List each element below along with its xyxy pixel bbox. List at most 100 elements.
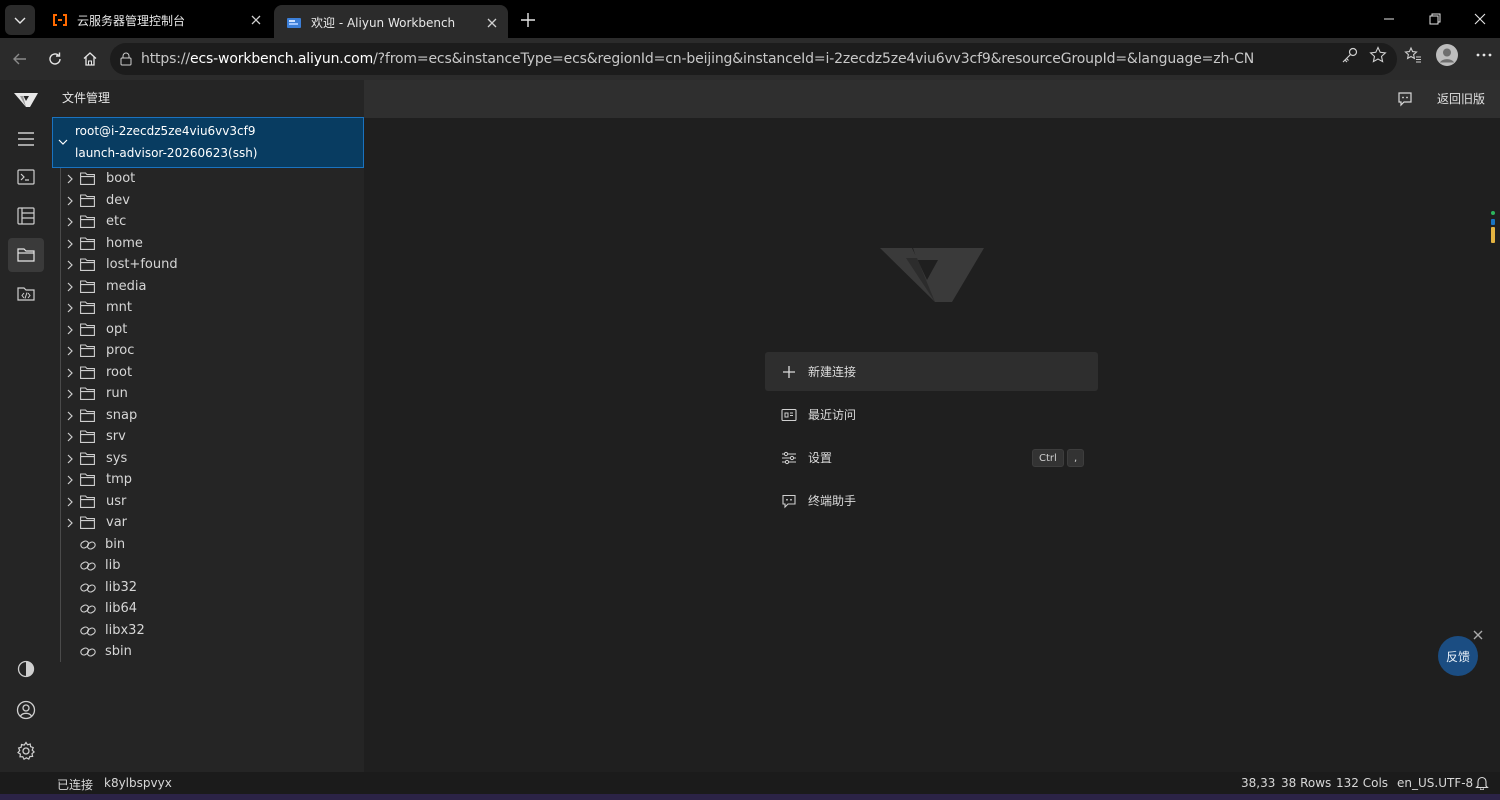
- folder-node[interactable]: sys: [66, 448, 356, 469]
- close-tab-icon[interactable]: [480, 11, 504, 35]
- chevron-right-icon[interactable]: [66, 512, 74, 533]
- favorite-star-icon[interactable]: [1368, 46, 1388, 64]
- chevron-right-icon[interactable]: [66, 362, 74, 383]
- symlink-node[interactable]: lib64: [66, 598, 356, 619]
- account-icon[interactable]: [8, 693, 44, 727]
- folder-node[interactable]: home: [66, 233, 356, 254]
- folder-node[interactable]: proc: [66, 340, 356, 361]
- chevron-right-icon[interactable]: [66, 233, 74, 254]
- theme-toggle-icon[interactable]: [8, 652, 44, 686]
- arrow-left-icon: [13, 53, 26, 65]
- folder-node[interactable]: usr: [66, 491, 356, 512]
- chevron-right-icon[interactable]: [66, 469, 74, 490]
- chevron-right-icon[interactable]: [66, 190, 74, 211]
- node-label: snap: [106, 408, 138, 423]
- tree-root-node[interactable]: root@i-2zecdz5ze4viu6vv3cf9 launch-advis…: [52, 117, 364, 168]
- chevron-right-icon[interactable]: [66, 297, 74, 318]
- close-window-button[interactable]: [1457, 0, 1500, 38]
- chevron-right-icon[interactable]: [66, 448, 74, 469]
- symlink-node[interactable]: bin: [66, 534, 356, 555]
- recent-access-button[interactable]: 最近访问: [765, 395, 1098, 434]
- browser-toolbar: https://ecs-workbench.aliyun.com/?from=e…: [0, 38, 1500, 80]
- settings-button[interactable]: 设置 Ctrl ,: [765, 438, 1098, 477]
- more-menu-icon[interactable]: [1474, 46, 1494, 64]
- link-icon: [80, 620, 96, 641]
- folder-node[interactable]: run: [66, 383, 356, 404]
- back-to-old-version-link[interactable]: 返回旧版: [1437, 90, 1485, 107]
- tab-list-button[interactable]: [5, 5, 35, 35]
- symlink-node[interactable]: lib32: [66, 577, 356, 598]
- chevron-right-icon[interactable]: [66, 168, 74, 189]
- folder-node[interactable]: opt: [66, 319, 356, 340]
- chevron-right-icon[interactable]: [66, 383, 74, 404]
- folder-node[interactable]: var: [66, 512, 356, 533]
- folder-node[interactable]: etc: [66, 211, 356, 232]
- profile-avatar[interactable]: [1436, 44, 1458, 66]
- connection-status: 已连接: [57, 778, 94, 792]
- key-icon[interactable]: [1340, 46, 1360, 64]
- chevron-right-icon[interactable]: [66, 426, 74, 447]
- chevron-right-icon[interactable]: [66, 405, 74, 426]
- browser-tab-ecs-console[interactable]: 云服务器管理控制台: [40, 5, 272, 35]
- chevron-right-icon[interactable]: [66, 254, 74, 275]
- address-bar[interactable]: https://ecs-workbench.aliyun.com/?from=e…: [110, 43, 1397, 75]
- settings-gear-icon[interactable]: [8, 734, 44, 768]
- browser-tab-workbench[interactable]: 欢迎 - Aliyun Workbench: [274, 5, 508, 40]
- chevron-right-icon[interactable]: [66, 211, 74, 232]
- chevron-right-icon[interactable]: [66, 319, 74, 340]
- folder-node[interactable]: boot: [66, 168, 356, 189]
- folder-node[interactable]: lost+found: [66, 254, 356, 275]
- node-label: etc: [106, 214, 127, 229]
- chevron-down-icon[interactable]: [58, 137, 68, 147]
- link-icon: [80, 555, 96, 576]
- close-tab-icon[interactable]: [244, 8, 268, 32]
- folder-icon: [80, 448, 96, 469]
- site-info-icon[interactable]: [119, 52, 133, 66]
- close-icon: [1474, 13, 1485, 25]
- folder-node[interactable]: srv: [66, 426, 356, 447]
- menu-icon[interactable]: [8, 122, 44, 156]
- new-connection-button[interactable]: 新建连接: [765, 352, 1098, 391]
- folder-node[interactable]: mnt: [66, 297, 356, 318]
- feedback-close-icon[interactable]: [1472, 629, 1484, 641]
- minimize-button[interactable]: [1366, 0, 1411, 38]
- favorites-icon[interactable]: [1403, 46, 1423, 64]
- encoding[interactable]: en_US.UTF-8: [1397, 776, 1473, 790]
- scroll-indicator: [1491, 211, 1495, 251]
- back-button[interactable]: [6, 45, 34, 73]
- reload-button[interactable]: [41, 45, 69, 73]
- code-folder-icon[interactable]: [8, 277, 44, 311]
- folder-icon: [80, 254, 96, 275]
- folder-icon: [80, 426, 96, 447]
- plus-icon: [780, 363, 798, 381]
- folder-icon: [80, 233, 96, 254]
- terminal-icon[interactable]: [8, 160, 44, 194]
- new-tab-button[interactable]: [514, 6, 542, 34]
- folder-node[interactable]: snap: [66, 405, 356, 426]
- folder-node[interactable]: media: [66, 276, 356, 297]
- home-button[interactable]: [76, 45, 104, 73]
- folder-node[interactable]: dev: [66, 190, 356, 211]
- activity-bar: [0, 80, 52, 772]
- folder-node[interactable]: tmp: [66, 469, 356, 490]
- symlink-node[interactable]: lib: [66, 555, 356, 576]
- node-label: usr: [106, 494, 127, 509]
- node-label: root: [106, 365, 133, 380]
- link-icon: [80, 577, 96, 598]
- folder-icon: [80, 469, 96, 490]
- chevron-right-icon[interactable]: [66, 491, 74, 512]
- symlink-node[interactable]: libx32: [66, 620, 356, 641]
- notification-bell-icon[interactable]: [1475, 775, 1489, 790]
- terminal-assistant-button[interactable]: 终端助手: [765, 481, 1098, 520]
- workbench-logo[interactable]: [8, 83, 44, 117]
- chevron-right-icon[interactable]: [66, 340, 74, 361]
- feedback-button[interactable]: 反馈: [1438, 636, 1478, 676]
- folder-node[interactable]: root: [66, 362, 356, 383]
- chevron-right-icon[interactable]: [66, 276, 74, 297]
- restore-button[interactable]: [1412, 0, 1457, 38]
- symlink-node[interactable]: sbin: [66, 641, 356, 662]
- server-list-icon[interactable]: [8, 199, 44, 233]
- recent-access-label: 最近访问: [808, 408, 857, 422]
- file-manager-icon[interactable]: [8, 238, 44, 272]
- chat-bot-icon[interactable]: [1396, 90, 1414, 108]
